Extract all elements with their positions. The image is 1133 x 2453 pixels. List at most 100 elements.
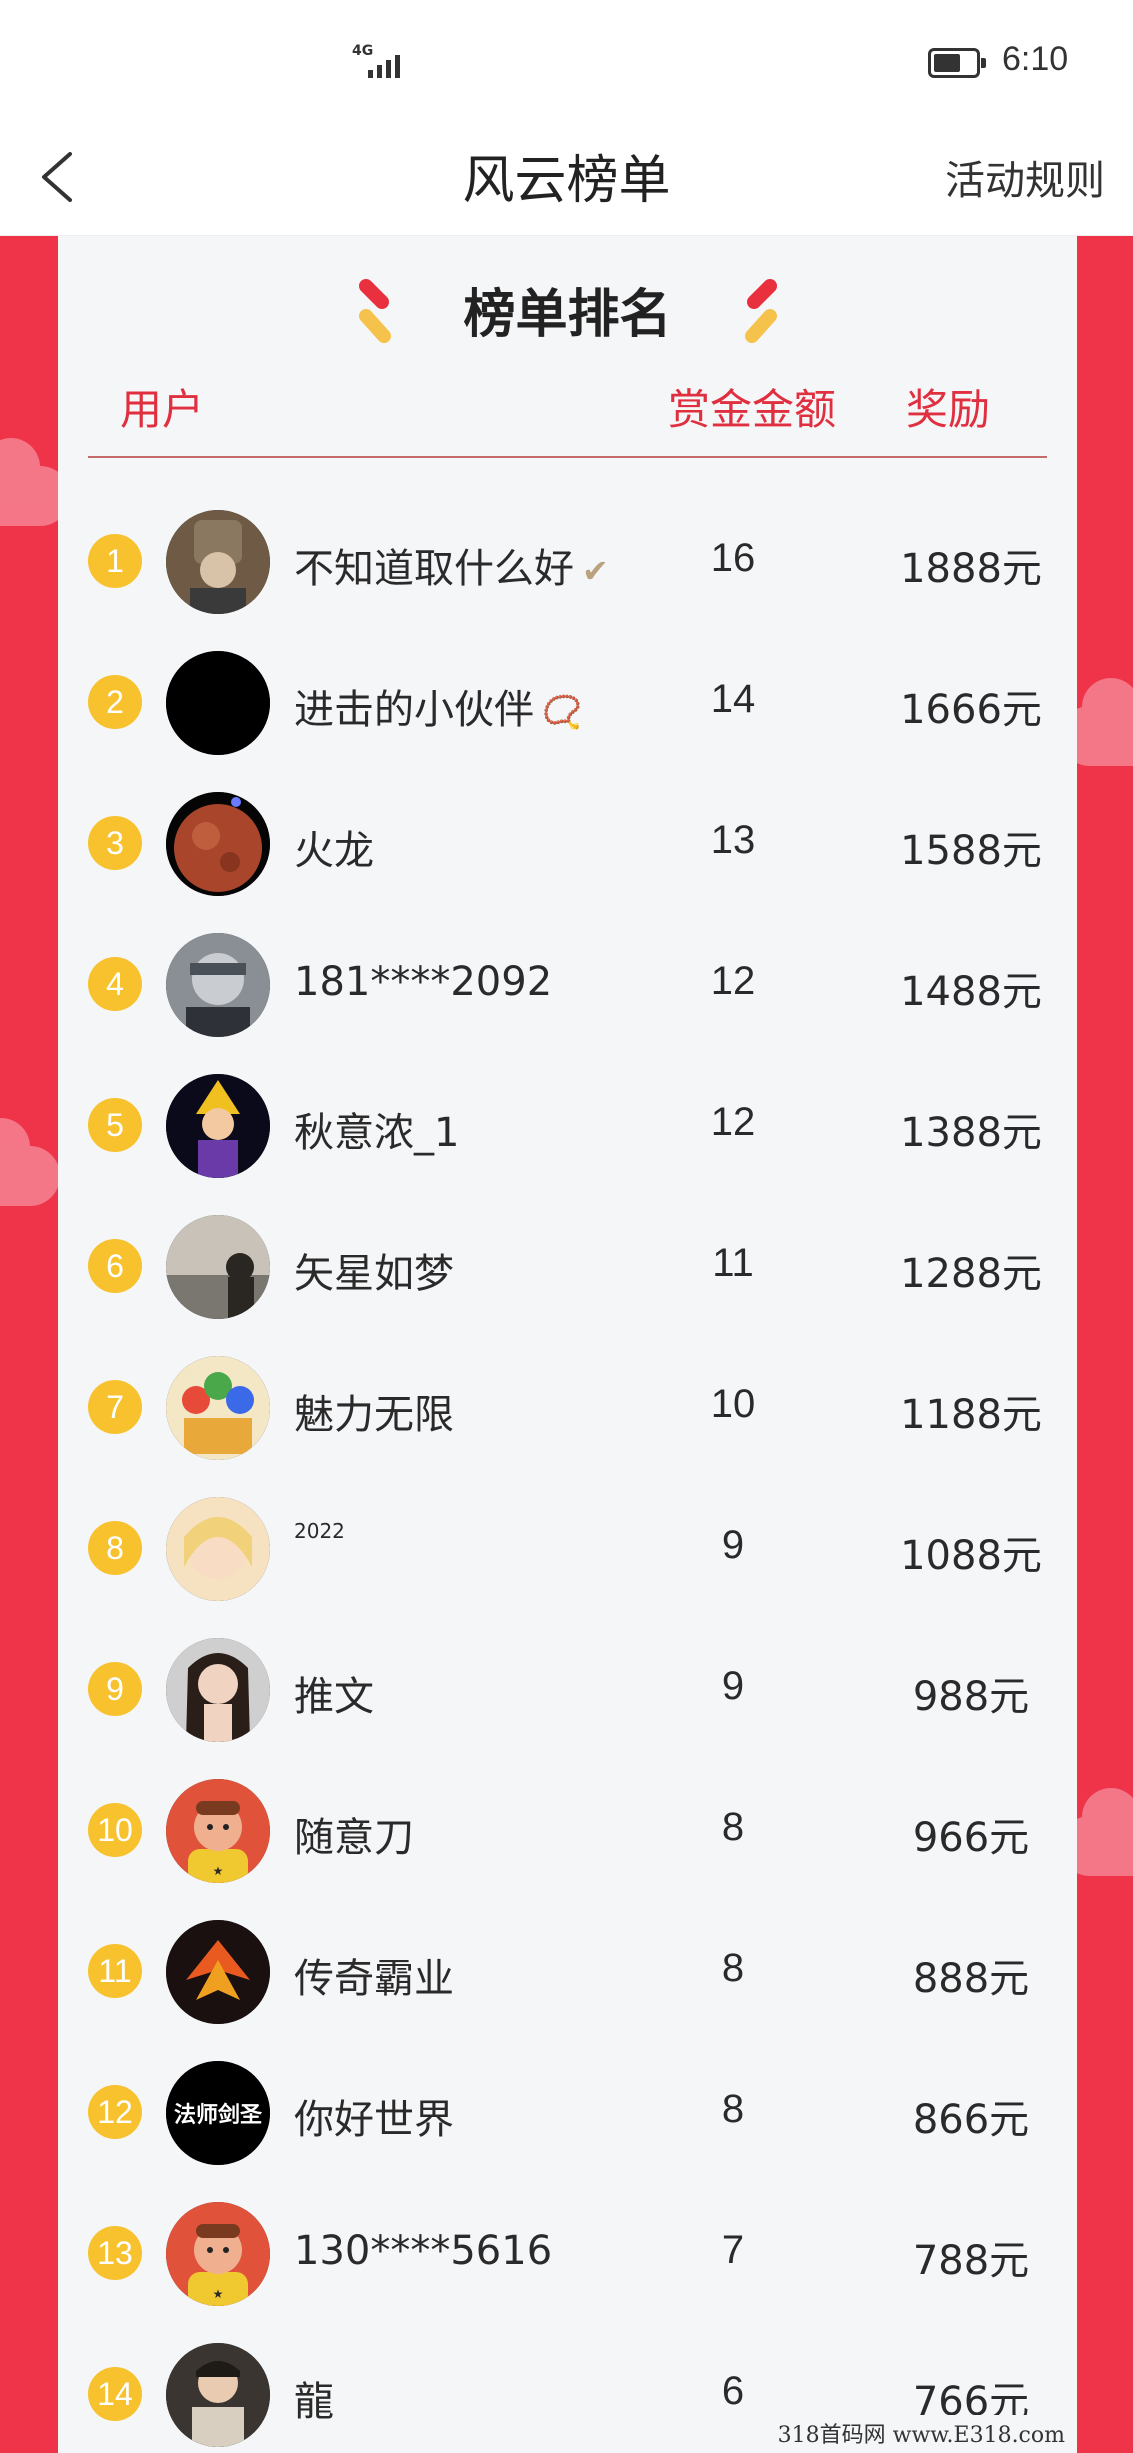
avatar[interactable]: 法师剑圣	[166, 2061, 270, 2165]
reward-amount: 788元	[912, 2238, 1030, 2284]
user-name: 2022	[294, 1519, 345, 1543]
avatar[interactable]: ★	[166, 2202, 270, 2306]
reward-amount: 1666元	[900, 687, 1042, 733]
rank-badge: 7	[88, 1380, 142, 1434]
ranking-row[interactable]: 5 秋意浓_1 12 1388元	[58, 1056, 1077, 1197]
user-name: 魅力无限	[294, 1382, 454, 1440]
user-name: 你好世界	[294, 2087, 454, 2145]
ranking-row[interactable]: 4 181****2092 12 1488元	[58, 915, 1077, 1056]
reward-amount: 1888元	[900, 546, 1042, 592]
bounty-amount: 10	[710, 1382, 756, 1426]
bounty-amount: 8	[721, 1805, 745, 1849]
bounty-amount: 12	[710, 959, 756, 1003]
avatar[interactable]	[166, 651, 270, 755]
rank-badge: 2	[88, 675, 142, 729]
user-name: 推文	[294, 1664, 374, 1722]
status-time: 6:10	[1002, 40, 1069, 78]
bounty-amount: 9	[721, 1523, 745, 1567]
avatar[interactable]	[166, 792, 270, 896]
svg-text:★: ★	[213, 2287, 224, 2301]
slash-decoration-icon	[728, 272, 788, 352]
ranking-row[interactable]: 1 不知道取什么好 ✔ 16 1888元	[58, 492, 1077, 633]
ranking-row[interactable]: 10 ★ 随意刀 8 966元	[58, 1761, 1077, 1902]
rank-badge: 11	[88, 1944, 142, 1998]
column-header-reward: 奖励	[906, 385, 991, 434]
bounty-amount: 8	[721, 1946, 745, 1990]
user-name-text: 进击的小伙伴	[294, 687, 534, 733]
avatar[interactable]	[166, 1074, 270, 1178]
bounty-amount: 11	[712, 1241, 754, 1285]
bounty-amount: 6	[721, 2369, 745, 2413]
reward-amount: 1188元	[900, 1392, 1042, 1438]
svg-text:★: ★	[213, 1864, 224, 1878]
avatar[interactable]	[166, 1215, 270, 1319]
activity-rules-link[interactable]: 活动规则	[945, 148, 1105, 206]
avatar[interactable]: ★	[166, 1779, 270, 1883]
ranking-row[interactable]: 12 法师剑圣 你好世界 8 866元	[58, 2043, 1077, 2184]
bounty-amount: 14	[710, 677, 756, 721]
user-name-text: 矢星如梦	[294, 1251, 454, 1297]
status-bar: 4G 6:10	[0, 0, 1133, 120]
ranking-row[interactable]: 6 矢星如梦 11 1288元	[58, 1197, 1077, 1338]
reward-amount: 1088元	[900, 1533, 1042, 1579]
user-name: 传奇霸业	[294, 1946, 454, 2004]
user-name-text: 推文	[294, 1674, 374, 1720]
reward-amount: 966元	[912, 1815, 1030, 1861]
avatar-text: 法师剑圣	[173, 2103, 262, 2128]
rank-badge: 6	[88, 1239, 142, 1293]
rank-badge: 14	[88, 2367, 142, 2421]
nav-bar: 风云榜单 活动规则	[0, 120, 1133, 236]
user-name-text: 随意刀	[294, 1815, 414, 1861]
ranking-row[interactable]: 9 推文 9 988元	[58, 1620, 1077, 1761]
user-name: 秋意浓_1	[294, 1100, 459, 1158]
column-header-amount: 赏金金额	[668, 385, 837, 434]
user-name: 随意刀	[294, 1805, 414, 1863]
reward-amount: 1488元	[900, 969, 1042, 1015]
avatar[interactable]	[166, 1356, 270, 1460]
bounty-amount: 16	[710, 536, 756, 580]
ranking-row[interactable]: 3 火龙 13 1588元	[58, 774, 1077, 915]
ranking-row[interactable]: 11 传奇霸业 8 888元	[58, 1902, 1077, 2043]
user-name-text: 龍	[294, 2379, 334, 2425]
ranking-row[interactable]: 8 2022 9 1088元	[58, 1479, 1077, 1620]
column-header-user: 用户	[120, 385, 205, 434]
cloud-decoration	[0, 1118, 60, 1206]
user-name: 矢星如梦	[294, 1241, 454, 1299]
rank-badge: 3	[88, 816, 142, 870]
ranking-row[interactable]: 7 魅力无限 10 1188元	[58, 1338, 1077, 1479]
reward-amount: 1288元	[900, 1251, 1042, 1297]
ranking-row[interactable]: 2 进击的小伙伴 📿 14 1666元	[58, 633, 1077, 774]
card-header: 榜单排名	[58, 254, 1077, 345]
avatar[interactable]	[166, 510, 270, 614]
avatar[interactable]	[166, 1920, 270, 2024]
user-name: 火龙	[294, 818, 374, 876]
avatar[interactable]	[166, 2343, 270, 2447]
user-name: 龍	[294, 2369, 334, 2427]
reward-amount: 988元	[912, 1674, 1030, 1720]
user-name-text: 不知道取什么好	[294, 546, 574, 592]
rank-badge: 4	[88, 957, 142, 1011]
user-name: 进击的小伙伴 📿	[294, 677, 582, 735]
verified-badge-icon: ✔	[582, 552, 609, 590]
bounty-amount: 9	[721, 1664, 745, 1708]
bounty-amount: 13	[710, 818, 756, 862]
avatar[interactable]	[166, 1497, 270, 1601]
avatar[interactable]	[166, 1638, 270, 1742]
user-name: 130****5616	[294, 2228, 552, 2274]
rank-badge: 9	[88, 1662, 142, 1716]
rank-badge: 10	[88, 1803, 142, 1857]
user-name-text: 火龙	[294, 828, 374, 874]
ranking-title: 榜单排名	[463, 285, 672, 345]
reward-amount: 1388元	[900, 1110, 1042, 1156]
ranking-row[interactable]: 13 ★ 130****5616 7 788元	[58, 2184, 1077, 2325]
user-name: 不知道取什么好 ✔	[294, 536, 609, 594]
avatar[interactable]	[166, 933, 270, 1037]
bounty-amount: 12	[710, 1100, 756, 1144]
signal-icon: 4G	[350, 44, 410, 80]
user-name-text: 秋意浓_1	[294, 1110, 460, 1156]
verified-badge-icon: 📿	[542, 693, 582, 731]
rank-badge: 1	[88, 534, 142, 588]
rank-badge: 5	[88, 1098, 142, 1152]
user-name-text: 你好世界	[294, 2097, 454, 2143]
rank-badge: 12	[88, 2085, 142, 2139]
